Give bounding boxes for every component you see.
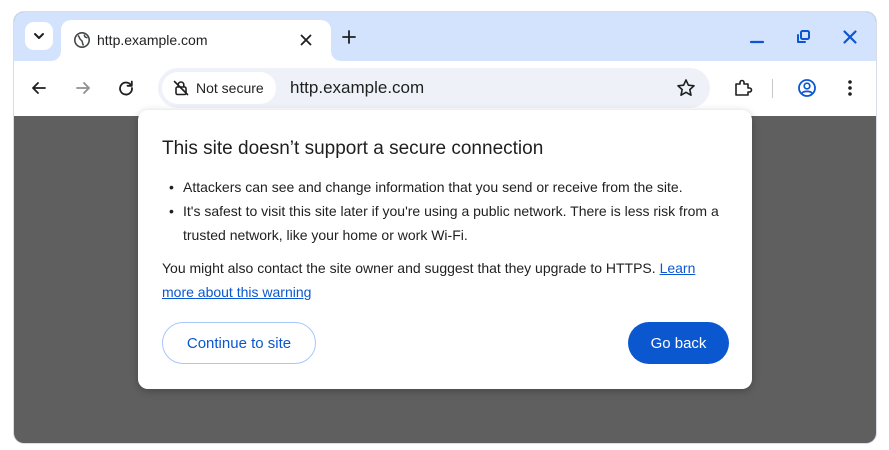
tab-title: http.example.com	[97, 32, 208, 48]
insecure-connection-dialog: This site doesn’t support a secure conne…	[138, 110, 752, 389]
minimize-icon	[749, 40, 765, 44]
restore-icon	[797, 30, 810, 43]
close-icon	[300, 34, 312, 46]
tab-search-button[interactable]	[25, 22, 53, 50]
profile-button[interactable]	[794, 75, 820, 101]
arrow-right-icon	[76, 82, 90, 94]
reload-icon	[119, 80, 133, 96]
globe-icon	[74, 32, 90, 48]
tab-strip: http.example.com	[14, 12, 876, 61]
menu-button[interactable]	[837, 75, 863, 101]
not-secure-lock-icon	[173, 80, 189, 96]
tab-close-button[interactable]	[295, 29, 317, 51]
back-button[interactable]	[26, 75, 52, 101]
kebab-menu-icon	[848, 80, 852, 96]
dialog-body: You might also contact the site owner an…	[162, 256, 728, 304]
warning-bullets: Attackers can see and change information…	[162, 175, 732, 247]
tab-active[interactable]: http.example.com	[61, 20, 331, 61]
security-label: Not secure	[196, 80, 264, 96]
puzzle-icon	[735, 79, 753, 96]
go-back-button[interactable]: Go back	[628, 322, 729, 364]
new-tab-button[interactable]	[337, 25, 361, 49]
toolbar-divider	[772, 79, 773, 98]
toolbar: Not secure http.example.com	[14, 61, 876, 116]
reload-button[interactable]	[113, 75, 139, 101]
dialog-title: This site doesn’t support a secure conne…	[162, 138, 544, 159]
close-icon	[843, 30, 857, 44]
plus-icon	[342, 30, 356, 44]
extensions-button[interactable]	[730, 75, 756, 101]
security-chip[interactable]: Not secure	[162, 72, 276, 104]
profile-icon	[798, 79, 816, 97]
url-text[interactable]: http.example.com	[290, 78, 424, 98]
bookmark-star-button[interactable]	[673, 75, 699, 101]
omnibox[interactable]: Not secure http.example.com	[158, 68, 710, 108]
minimize-button[interactable]	[744, 24, 770, 50]
browser-window: http.example.com Not secure http.example…	[14, 12, 876, 443]
arrow-left-icon	[32, 82, 46, 94]
restore-button[interactable]	[790, 24, 816, 50]
chevron-down-icon	[34, 33, 44, 39]
list-item: Attackers can see and change information…	[162, 175, 732, 199]
close-window-button[interactable]	[837, 24, 863, 50]
list-item: It's safest to visit this site later if …	[162, 199, 732, 247]
forward-button[interactable]	[70, 75, 96, 101]
body-text: You might also contact the site owner an…	[162, 260, 656, 276]
star-icon	[677, 79, 695, 96]
continue-to-site-button[interactable]: Continue to site	[162, 322, 316, 364]
